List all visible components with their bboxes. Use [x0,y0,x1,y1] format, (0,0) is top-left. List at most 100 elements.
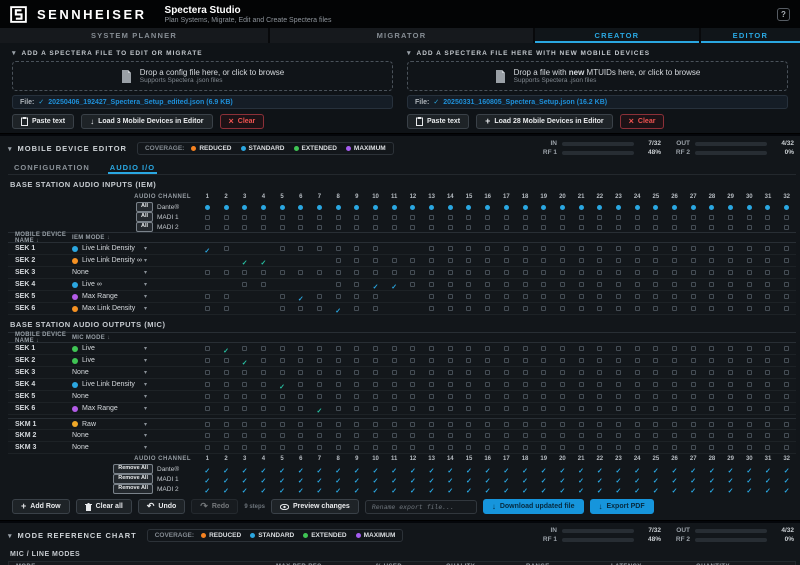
channel-cell[interactable] [460,212,479,222]
channel-cell[interactable] [703,430,722,441]
channel-cell[interactable] [703,243,722,254]
channel-cell[interactable] [590,419,609,429]
channel-cell[interactable] [665,484,684,494]
channel-cell[interactable] [534,430,553,441]
channel-cell[interactable] [235,267,254,278]
channel-cell[interactable] [665,279,684,290]
channel-cell[interactable] [628,442,647,453]
channel-cell[interactable] [254,267,273,278]
config-dropzone[interactable]: Drop a config file here, or click to bro… [12,61,393,91]
channel-cell[interactable] [572,255,591,266]
channel-cell[interactable] [460,303,479,314]
channel-cell[interactable] [422,212,441,222]
channel-cell[interactable] [572,391,591,402]
channel-cell[interactable] [703,355,722,366]
channel-cell[interactable] [665,222,684,232]
channel-cell[interactable] [329,343,348,354]
channel-cell[interactable] [198,391,217,402]
channel-cell[interactable] [404,367,423,378]
channel-cell[interactable] [404,484,423,494]
channel-cell[interactable] [441,202,460,212]
channel-cell[interactable] [497,343,516,354]
mode-select[interactable]: None [72,432,89,439]
channel-cell[interactable] [777,403,796,414]
channel-cell[interactable] [291,303,310,314]
channel-cell[interactable] [366,212,385,222]
all-button[interactable]: All [136,212,153,222]
channel-cell[interactable] [422,279,441,290]
channel-cell[interactable] [590,267,609,278]
channel-cell[interactable] [721,343,740,354]
channel-cell[interactable] [647,419,666,429]
channel-cell[interactable] [198,243,217,254]
channel-cell[interactable] [348,222,367,232]
channel-cell[interactable] [291,267,310,278]
channel-cell[interactable] [740,291,759,302]
channel-cell[interactable] [777,430,796,441]
channel-cell[interactable] [721,279,740,290]
channel-cell[interactable] [516,222,535,232]
channel-cell[interactable] [497,355,516,366]
channel-cell[interactable] [422,243,441,254]
channel-cell[interactable] [665,291,684,302]
channel-cell[interactable] [516,367,535,378]
channel-cell[interactable] [628,279,647,290]
channel-cell[interactable] [310,484,329,494]
channel-cell[interactable] [497,403,516,414]
channel-cell[interactable] [590,403,609,414]
channel-cell[interactable] [647,202,666,212]
channel-cell[interactable] [777,419,796,429]
channel-cell[interactable] [665,202,684,212]
channel-cell[interactable] [497,419,516,429]
channel-cell[interactable] [628,202,647,212]
channel-cell[interactable] [703,442,722,453]
channel-cell[interactable] [478,303,497,314]
channel-cell[interactable] [422,255,441,266]
channel-cell[interactable] [235,403,254,414]
channel-cell[interactable] [478,267,497,278]
channel-cell[interactable] [703,484,722,494]
chevron-down-icon[interactable] [144,393,147,400]
channel-cell[interactable] [759,484,778,494]
download-file-button[interactable]: Download updated file [483,499,584,514]
all-button[interactable]: All [136,222,153,232]
channel-cell[interactable] [478,255,497,266]
channel-cell[interactable] [534,243,553,254]
chevron-down-icon[interactable] [144,357,147,364]
channel-cell[interactable] [291,212,310,222]
channel-cell[interactable] [404,255,423,266]
channel-cell[interactable] [628,484,647,494]
channel-cell[interactable] [721,419,740,429]
channel-cell[interactable] [291,403,310,414]
channel-cell[interactable] [348,430,367,441]
channel-cell[interactable] [721,267,740,278]
file-name-link[interactable]: 20250406_192427_Spectera_Setup_edited.js… [48,99,232,106]
channel-cell[interactable] [609,442,628,453]
channel-cell[interactable] [684,343,703,354]
channel-cell[interactable] [609,391,628,402]
channel-cell[interactable] [684,430,703,441]
channel-cell[interactable] [404,279,423,290]
channel-cell[interactable] [254,202,273,212]
channel-cell[interactable] [665,212,684,222]
channel-cell[interactable] [348,267,367,278]
channel-cell[interactable] [329,403,348,414]
channel-cell[interactable] [665,303,684,314]
channel-cell[interactable] [310,430,329,441]
channel-cell[interactable] [329,267,348,278]
channel-cell[interactable] [534,202,553,212]
channel-cell[interactable] [460,355,479,366]
chevron-down-icon[interactable] [144,257,147,264]
chevron-down-icon[interactable] [144,369,147,376]
channel-cell[interactable] [534,212,553,222]
channel-cell[interactable] [534,391,553,402]
channel-cell[interactable] [478,419,497,429]
channel-cell[interactable] [198,202,217,212]
channel-cell[interactable] [422,391,441,402]
channel-cell[interactable] [385,379,404,390]
channel-cell[interactable] [291,379,310,390]
channel-cell[interactable] [721,202,740,212]
channel-cell[interactable] [628,291,647,302]
channel-cell[interactable] [628,243,647,254]
channel-cell[interactable] [273,430,292,441]
